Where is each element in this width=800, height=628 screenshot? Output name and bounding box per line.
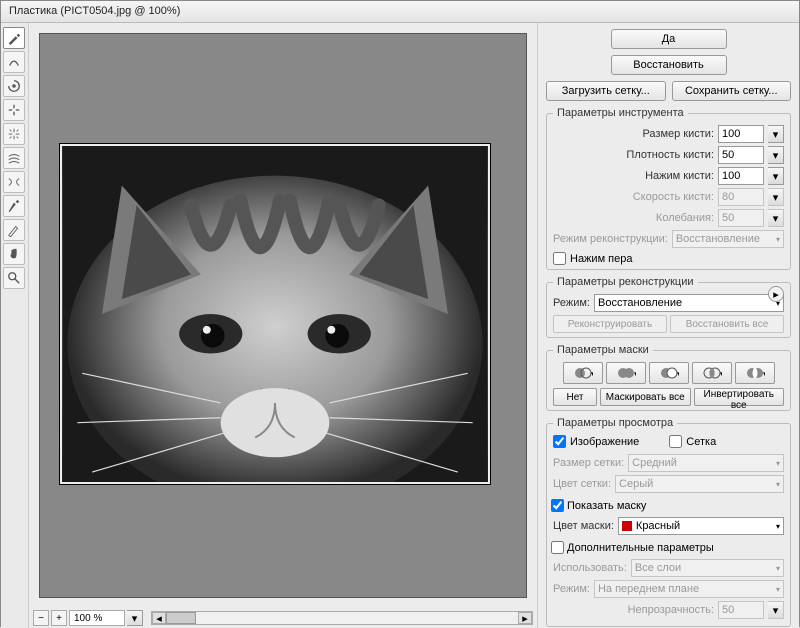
invert-all-button[interactable]: Инвертировать все — [694, 388, 785, 406]
scroll-left-arrow[interactable]: ◂ — [152, 612, 166, 624]
push-left-tool[interactable] — [3, 147, 25, 169]
scroll-right-arrow[interactable]: ▸ — [518, 612, 532, 624]
reconstruction-legend: Параметры реконструкции — [553, 276, 698, 288]
mask-intersect-button[interactable]: ▾ — [692, 362, 732, 384]
svg-text:▾: ▾ — [677, 369, 679, 380]
expand-reconstruction-icon[interactable]: ▸ — [768, 286, 784, 302]
svg-text:▾: ▾ — [591, 369, 593, 380]
pen-pressure-label: Нажим пера — [570, 253, 633, 265]
view-legend: Параметры просмотра — [553, 417, 677, 429]
pucker-tool[interactable] — [3, 99, 25, 121]
canvas-footer: − + 100 % ▾ ◂ ▸ — [29, 608, 537, 628]
options-panel: Да Восстановить Загрузить сетку... Сохра… — [537, 23, 799, 628]
recon-mode-label: Режим реконструкции: — [553, 233, 668, 245]
jitter-label: Колебания: — [656, 212, 714, 224]
zoom-value[interactable]: 100 % — [69, 610, 125, 626]
svg-text:▾: ▾ — [763, 369, 765, 380]
turbulence-tool[interactable] — [3, 195, 25, 217]
opacity-input — [718, 601, 764, 619]
image-preview — [60, 144, 490, 484]
additional-checkbox[interactable] — [551, 541, 564, 554]
reconstruction-group: Параметры реконструкции ▸ Режим: Восстано… — [546, 276, 791, 338]
zoom-dropdown[interactable]: ▾ — [127, 610, 143, 626]
ok-button[interactable]: Да — [611, 29, 727, 49]
mask-subtract-button[interactable]: ▾ — [649, 362, 689, 384]
mode-select[interactable]: Восстановление▾ — [594, 294, 784, 312]
view-group: Параметры просмотра Изображение Сетка Ра… — [546, 417, 791, 627]
mesh-checkbox[interactable] — [669, 435, 682, 448]
svg-text:▾: ▾ — [634, 369, 636, 380]
mask-all-button[interactable]: Маскировать все — [600, 388, 691, 406]
restore-all-button: Восстановить все — [670, 315, 784, 333]
pen-pressure-checkbox[interactable] — [553, 252, 566, 265]
opacity-dropdown: ▾ — [768, 601, 784, 619]
horizontal-scrollbar[interactable]: ◂ ▸ — [151, 611, 533, 625]
mask-group: Параметры маски ▾ ▾ ▾ ▾ ▾ Нет Маскироват… — [546, 344, 791, 411]
window-title: Пластика (PICT0504.jpg @ 100%) — [1, 1, 799, 23]
brush-pressure-input[interactable] — [718, 167, 764, 185]
mirror-tool[interactable] — [3, 171, 25, 193]
brush-speed-dropdown: ▾ — [768, 188, 784, 206]
mesh-color-select: Серый▾ — [615, 475, 784, 493]
freeze-mask-tool[interactable] — [3, 219, 25, 241]
zoom-in-button[interactable]: + — [51, 610, 67, 626]
mesh-label: Сетка — [686, 436, 716, 448]
mesh-size-label: Размер сетки: — [553, 457, 624, 469]
zoom-out-button[interactable]: − — [33, 610, 49, 626]
mask-color-label: Цвет маски: — [553, 520, 614, 532]
mode-label: Режим: — [553, 297, 590, 309]
brush-size-input[interactable] — [718, 125, 764, 143]
mask-none-button[interactable]: Нет — [553, 388, 597, 406]
mode2-label: Режим: — [553, 583, 590, 595]
mask-replace-button[interactable]: ▾ — [563, 362, 603, 384]
mesh-size-select: Средний▾ — [628, 454, 784, 472]
svg-text:▾: ▾ — [720, 369, 722, 380]
show-mask-label: Показать маску — [567, 500, 646, 512]
brush-speed-input — [718, 188, 764, 206]
tool-palette — [1, 23, 29, 628]
canvas[interactable] — [39, 33, 527, 598]
brush-size-dropdown[interactable]: ▾ — [768, 125, 784, 143]
brush-density-dropdown[interactable]: ▾ — [768, 146, 784, 164]
twirl-tool[interactable] — [3, 75, 25, 97]
mode2-select: На переднем плане▾ — [594, 580, 784, 598]
brush-pressure-dropdown[interactable]: ▾ — [768, 167, 784, 185]
mask-exclude-button[interactable]: ▾ — [735, 362, 775, 384]
mask-legend: Параметры маски — [553, 344, 653, 356]
tool-options-group: Параметры инструмента Размер кисти: ▾ Пло… — [546, 107, 791, 270]
reconstruct-tool[interactable] — [3, 51, 25, 73]
brush-density-label: Плотность кисти: — [626, 149, 714, 161]
save-mesh-button[interactable]: Сохранить сетку... — [672, 81, 792, 101]
hand-tool[interactable] — [3, 243, 25, 265]
brush-pressure-label: Нажим кисти: — [645, 170, 714, 182]
load-mesh-button[interactable]: Загрузить сетку... — [546, 81, 666, 101]
brush-speed-label: Скорость кисти: — [633, 191, 714, 203]
image-checkbox[interactable] — [553, 435, 566, 448]
bloat-tool[interactable] — [3, 123, 25, 145]
use-select: Все слои▾ — [631, 559, 784, 577]
zoom-tool[interactable] — [3, 267, 25, 289]
jitter-input — [718, 209, 764, 227]
tool-options-legend: Параметры инструмента — [553, 107, 688, 119]
opacity-label: Непрозрачность: — [628, 604, 714, 616]
mesh-color-label: Цвет сетки: — [553, 478, 611, 490]
recon-mode-select: Восстановление▾ — [672, 230, 784, 248]
additional-label: Дополнительные параметры — [567, 542, 714, 554]
mask-color-select[interactable]: Красный▾ — [618, 517, 784, 535]
mask-add-button[interactable]: ▾ — [606, 362, 646, 384]
reconstruct-button: Реконструировать — [553, 315, 667, 333]
restore-button[interactable]: Восстановить — [611, 55, 727, 75]
warp-tool[interactable] — [3, 27, 25, 49]
show-mask-checkbox[interactable] — [551, 499, 564, 512]
jitter-dropdown: ▾ — [768, 209, 784, 227]
brush-density-input[interactable] — [718, 146, 764, 164]
brush-size-label: Размер кисти: — [642, 128, 714, 140]
use-label: Использовать: — [553, 562, 627, 574]
image-label: Изображение — [570, 436, 639, 448]
